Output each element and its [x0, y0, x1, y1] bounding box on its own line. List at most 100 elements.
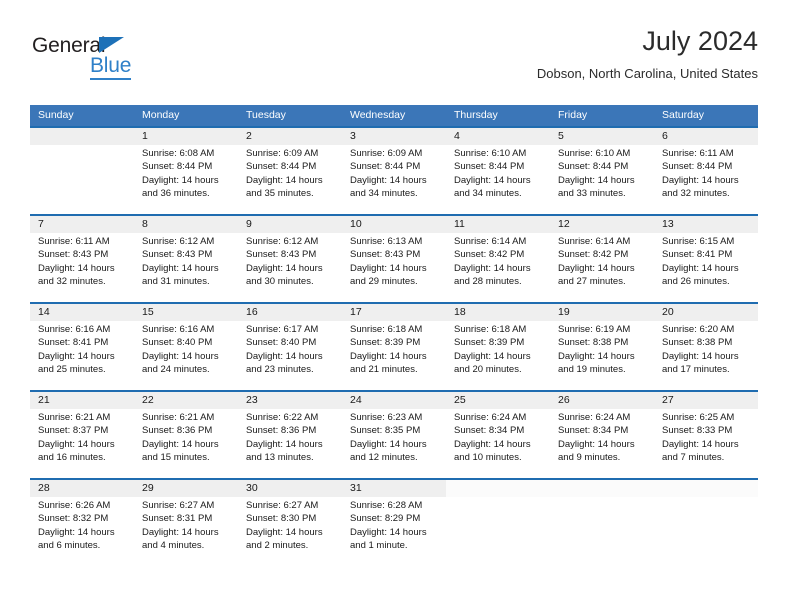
day-number[interactable]: 21	[30, 392, 134, 409]
week-row: 7 8 9 10 11 12 13 Sunrise: 6:11 AM Sunse…	[30, 214, 758, 302]
sunrise-text: Sunrise: 6:09 AM	[246, 148, 319, 159]
daylight-text-line2: and 23 minutes.	[246, 364, 314, 376]
day-cell[interactable]: Sunrise: 6:25 AM Sunset: 8:33 PM Dayligh…	[654, 409, 758, 480]
daylight-text-line1: Daylight: 14 hours	[662, 438, 739, 450]
sunset-text: Sunset: 8:38 PM	[558, 337, 629, 349]
day-cell[interactable]: Sunrise: 6:15 AM Sunset: 8:41 PM Dayligh…	[654, 233, 758, 304]
day-number[interactable]: 2	[238, 128, 342, 145]
day-cell[interactable]: Sunrise: 6:16 AM Sunset: 8:41 PM Dayligh…	[30, 321, 134, 392]
day-number[interactable]: 13	[654, 216, 758, 233]
sunrise-text: Sunrise: 6:23 AM	[350, 412, 423, 423]
day-number[interactable]: 14	[30, 304, 134, 321]
day-cell	[654, 497, 758, 568]
day-number[interactable]: 17	[342, 304, 446, 321]
week-row: 28 29 30 31 Sunrise: 6:26 AM Sunset: 8:3…	[30, 478, 758, 566]
day-cell[interactable]: Sunrise: 6:26 AM Sunset: 8:32 PM Dayligh…	[30, 497, 134, 568]
day-number[interactable]: 20	[654, 304, 758, 321]
daylight-text-line2: and 6 minutes.	[38, 540, 101, 552]
day-cell[interactable]: Sunrise: 6:10 AM Sunset: 8:44 PM Dayligh…	[550, 145, 654, 216]
day-cell[interactable]: Sunrise: 6:18 AM Sunset: 8:39 PM Dayligh…	[446, 321, 550, 392]
day-number[interactable]: 8	[134, 216, 238, 233]
daylight-text-line1: Daylight: 14 hours	[350, 350, 427, 362]
day-number[interactable]: 23	[238, 392, 342, 409]
day-cell[interactable]: Sunrise: 6:23 AM Sunset: 8:35 PM Dayligh…	[342, 409, 446, 480]
day-cell[interactable]: Sunrise: 6:11 AM Sunset: 8:43 PM Dayligh…	[30, 233, 134, 304]
day-cell[interactable]: Sunrise: 6:09 AM Sunset: 8:44 PM Dayligh…	[342, 145, 446, 216]
day-cell[interactable]	[30, 145, 134, 216]
day-number[interactable]: 16	[238, 304, 342, 321]
daylight-text-line1: Daylight: 14 hours	[662, 174, 739, 186]
daylight-text-line2: and 21 minutes.	[350, 364, 418, 376]
sunset-text: Sunset: 8:31 PM	[142, 513, 213, 525]
day-number[interactable]: 12	[550, 216, 654, 233]
day-cell[interactable]: Sunrise: 6:16 AM Sunset: 8:40 PM Dayligh…	[134, 321, 238, 392]
day-cell[interactable]: Sunrise: 6:24 AM Sunset: 8:34 PM Dayligh…	[550, 409, 654, 480]
day-number[interactable]: 1	[134, 128, 238, 145]
day-cell[interactable]: Sunrise: 6:11 AM Sunset: 8:44 PM Dayligh…	[654, 145, 758, 216]
day-number[interactable]: 28	[30, 480, 134, 497]
day-number[interactable]: 29	[134, 480, 238, 497]
sunrise-text: Sunrise: 6:16 AM	[142, 324, 215, 335]
weekday-header-thursday: Thursday	[454, 109, 498, 121]
day-number[interactable]: 24	[342, 392, 446, 409]
day-number[interactable]: 30	[238, 480, 342, 497]
weekday-header-row: Sunday Monday Tuesday Wednesday Thursday…	[30, 105, 758, 126]
day-cell[interactable]: Sunrise: 6:21 AM Sunset: 8:36 PM Dayligh…	[134, 409, 238, 480]
day-number[interactable]: 31	[342, 480, 446, 497]
sunset-text: Sunset: 8:34 PM	[558, 425, 629, 437]
day-cell[interactable]: Sunrise: 6:27 AM Sunset: 8:31 PM Dayligh…	[134, 497, 238, 568]
day-cell[interactable]: Sunrise: 6:22 AM Sunset: 8:36 PM Dayligh…	[238, 409, 342, 480]
day-number[interactable]: 7	[30, 216, 134, 233]
day-number[interactable]: 3	[342, 128, 446, 145]
day-number[interactable]: 18	[446, 304, 550, 321]
daylight-text-line1: Daylight: 14 hours	[246, 350, 323, 362]
day-cell[interactable]: Sunrise: 6:21 AM Sunset: 8:37 PM Dayligh…	[30, 409, 134, 480]
day-cell[interactable]: Sunrise: 6:28 AM Sunset: 8:29 PM Dayligh…	[342, 497, 446, 568]
sunrise-text: Sunrise: 6:12 AM	[142, 236, 215, 247]
day-cell[interactable]: Sunrise: 6:18 AM Sunset: 8:39 PM Dayligh…	[342, 321, 446, 392]
sunrise-text: Sunrise: 6:18 AM	[454, 324, 527, 335]
sunrise-text: Sunrise: 6:08 AM	[142, 148, 215, 159]
weekday-header-saturday: Saturday	[662, 109, 705, 121]
daylight-text-line2: and 32 minutes.	[38, 276, 106, 288]
daylight-text-line2: and 27 minutes.	[558, 276, 626, 288]
day-number[interactable]	[30, 128, 134, 145]
day-cell[interactable]: Sunrise: 6:14 AM Sunset: 8:42 PM Dayligh…	[446, 233, 550, 304]
day-number[interactable]: 6	[654, 128, 758, 145]
daylight-text-line1: Daylight: 14 hours	[38, 262, 115, 274]
day-number[interactable]: 19	[550, 304, 654, 321]
day-cell[interactable]: Sunrise: 6:12 AM Sunset: 8:43 PM Dayligh…	[134, 233, 238, 304]
sunset-text: Sunset: 8:40 PM	[142, 337, 213, 349]
sunrise-text: Sunrise: 6:10 AM	[454, 148, 527, 159]
generalblue-logo[interactable]: General Blue	[32, 34, 182, 80]
day-cell[interactable]: Sunrise: 6:08 AM Sunset: 8:44 PM Dayligh…	[134, 145, 238, 216]
day-cell[interactable]: Sunrise: 6:13 AM Sunset: 8:43 PM Dayligh…	[342, 233, 446, 304]
day-number[interactable]: 5	[550, 128, 654, 145]
daylight-text-line1: Daylight: 14 hours	[38, 526, 115, 538]
sunset-text: Sunset: 8:44 PM	[246, 161, 317, 173]
day-cell[interactable]: Sunrise: 6:10 AM Sunset: 8:44 PM Dayligh…	[446, 145, 550, 216]
day-cell	[550, 497, 654, 568]
day-number[interactable]: 26	[550, 392, 654, 409]
sunset-text: Sunset: 8:41 PM	[662, 249, 733, 261]
day-cell[interactable]: Sunrise: 6:24 AM Sunset: 8:34 PM Dayligh…	[446, 409, 550, 480]
day-number[interactable]: 9	[238, 216, 342, 233]
sunrise-text: Sunrise: 6:17 AM	[246, 324, 319, 335]
day-cell[interactable]: Sunrise: 6:14 AM Sunset: 8:42 PM Dayligh…	[550, 233, 654, 304]
day-number[interactable]: 10	[342, 216, 446, 233]
daylight-text-line1: Daylight: 14 hours	[558, 350, 635, 362]
day-cell[interactable]: Sunrise: 6:09 AM Sunset: 8:44 PM Dayligh…	[238, 145, 342, 216]
day-cell[interactable]: Sunrise: 6:12 AM Sunset: 8:43 PM Dayligh…	[238, 233, 342, 304]
day-number[interactable]: 11	[446, 216, 550, 233]
day-number[interactable]: 15	[134, 304, 238, 321]
day-cell[interactable]: Sunrise: 6:17 AM Sunset: 8:40 PM Dayligh…	[238, 321, 342, 392]
day-number[interactable]: 25	[446, 392, 550, 409]
weekday-header-friday: Friday	[558, 109, 588, 121]
day-number[interactable]: 27	[654, 392, 758, 409]
sunrise-text: Sunrise: 6:19 AM	[558, 324, 631, 335]
day-number[interactable]: 22	[134, 392, 238, 409]
day-cell[interactable]: Sunrise: 6:20 AM Sunset: 8:38 PM Dayligh…	[654, 321, 758, 392]
day-number[interactable]: 4	[446, 128, 550, 145]
day-cell[interactable]: Sunrise: 6:27 AM Sunset: 8:30 PM Dayligh…	[238, 497, 342, 568]
day-cell[interactable]: Sunrise: 6:19 AM Sunset: 8:38 PM Dayligh…	[550, 321, 654, 392]
